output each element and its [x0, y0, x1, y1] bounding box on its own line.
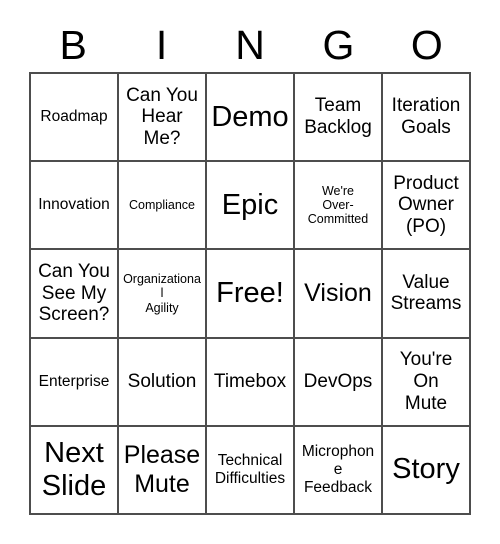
bingo-cell-r3c2[interactable]: Organizational Agility: [119, 250, 207, 339]
bingo-cell-label: You're On Mute: [399, 349, 453, 414]
bingo-cell-r4c3[interactable]: Timebox: [207, 338, 295, 427]
bingo-cell-label: Story: [392, 453, 460, 486]
bingo-cell-label: Next Slide: [41, 436, 107, 502]
bingo-cell-r5c2[interactable]: Please Mute: [119, 426, 207, 515]
bingo-cell-free-space[interactable]: Free!: [207, 250, 295, 339]
bingo-cell-r1c4[interactable]: Team Backlog: [295, 74, 383, 163]
bingo-grid: Roadmap Can You Hear Me? Demo Team Backl…: [29, 72, 471, 515]
bingo-cell-r3c5[interactable]: Value Streams: [383, 250, 471, 339]
bingo-cell-label: Solution: [127, 370, 197, 392]
bingo-cell-label: DevOps: [303, 370, 373, 392]
bingo-cell-r4c5[interactable]: You're On Mute: [383, 338, 471, 427]
header-letter-b: B: [59, 21, 87, 68]
bingo-cell-label: Can You See My Screen?: [38, 261, 110, 326]
bingo-cell-label: Iteration Goals: [391, 95, 461, 139]
bingo-cell-r2c2[interactable]: Compliance: [119, 162, 207, 251]
bingo-cell-label: Vision: [304, 279, 372, 308]
bingo-cell-r5c4[interactable]: Microphone Feedback: [295, 426, 383, 515]
bingo-cell-label: Organizational Agility: [123, 272, 201, 315]
header-letter-o: O: [410, 21, 443, 68]
bingo-cell-label: Team Backlog: [304, 95, 372, 139]
bingo-cell-label: Can You Hear Me?: [126, 84, 198, 149]
bingo-cell-r3c1[interactable]: Can You See My Screen?: [31, 250, 119, 339]
bingo-cell-label: Technical Difficulties: [214, 452, 286, 487]
bingo-cell-label: Demo: [211, 100, 289, 133]
bingo-cell-r3c4[interactable]: Vision: [295, 250, 383, 339]
bingo-cell-r2c4[interactable]: We're Over- Committed: [295, 162, 383, 251]
bingo-cell-label: Microphone Feedback: [301, 443, 375, 496]
bingo-cell-label: Roadmap: [40, 108, 108, 126]
bingo-cell-r5c3[interactable]: Technical Difficulties: [207, 426, 295, 515]
bingo-cell-label: Epic: [221, 188, 279, 221]
header-letter-i: I: [155, 21, 168, 68]
bingo-cell-r1c1[interactable]: Roadmap: [31, 74, 119, 163]
bingo-cell-label: Free!: [216, 276, 284, 309]
bingo-cell-r1c5[interactable]: Iteration Goals: [383, 74, 471, 163]
bingo-cell-label: Timebox: [213, 370, 287, 392]
bingo-cell-label: Compliance: [128, 198, 195, 213]
bingo-cell-label: Enterprise: [38, 372, 110, 390]
bingo-cell-r2c5[interactable]: Product Owner (PO): [383, 162, 471, 251]
header-letter-g: G: [322, 21, 355, 68]
bingo-cell-r1c2[interactable]: Can You Hear Me?: [119, 74, 207, 163]
bingo-cell-r2c3[interactable]: Epic: [207, 162, 295, 251]
bingo-cell-r4c1[interactable]: Enterprise: [31, 338, 119, 427]
bingo-card: B I N G O Roadmap Can You Hear Me? Demo …: [0, 0, 500, 544]
bingo-header: B I N G O: [29, 18, 471, 72]
bingo-cell-r4c2[interactable]: Solution: [119, 338, 207, 427]
bingo-cell-label: Innovation: [38, 196, 110, 214]
bingo-cell-label: Product Owner (PO): [393, 172, 459, 238]
bingo-cell-r4c4[interactable]: DevOps: [295, 338, 383, 427]
bingo-cell-r5c5[interactable]: Story: [383, 426, 471, 515]
header-letter-n: N: [235, 21, 265, 68]
bingo-cell-r1c3[interactable]: Demo: [207, 74, 295, 163]
bingo-cell-r5c1[interactable]: Next Slide: [31, 426, 119, 515]
bingo-cell-label: We're Over- Committed: [307, 183, 369, 227]
bingo-cell-label: Value Streams: [390, 271, 462, 315]
bingo-cell-label: Please Mute: [123, 441, 201, 498]
bingo-cell-r2c1[interactable]: Innovation: [31, 162, 119, 251]
